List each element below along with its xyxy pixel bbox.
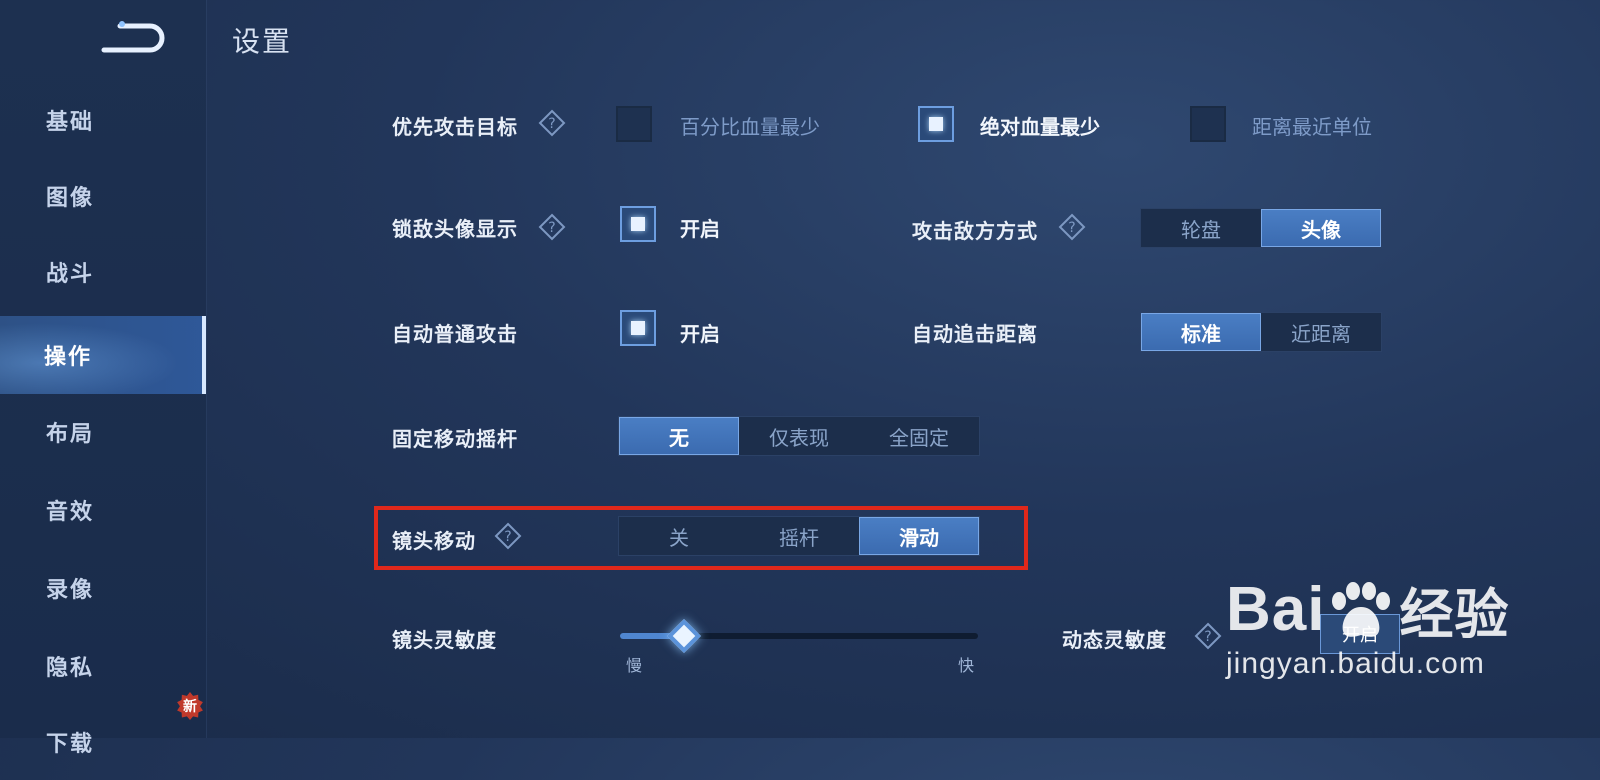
svg-text:?: ?	[548, 220, 555, 236]
sidebar-item-controls[interactable]: 操作	[0, 316, 206, 394]
dynamic-sensitivity-label: 动态灵敏度	[1062, 628, 1167, 652]
checkbox-auto-attack[interactable]	[620, 310, 656, 346]
option-absolute-hp: 绝对血量最少	[980, 115, 1100, 139]
fixed-joystick-option-none[interactable]: 无	[619, 417, 739, 455]
sidebar-item-privacy[interactable]: 隐私	[0, 628, 206, 704]
attack-mode-option-wheel[interactable]: 轮盘	[1141, 209, 1261, 247]
slider-min-label: 慢	[626, 656, 643, 675]
priority-target-label: 优先攻击目标	[392, 115, 518, 139]
auto-chase-label: 自动追击距离	[912, 322, 1038, 346]
camera-move-option-off[interactable]: 关	[619, 517, 739, 555]
sidebar-item-label: 操作	[43, 345, 92, 370]
attack-mode-segmented: 轮盘 头像	[1140, 208, 1382, 248]
camera-move-segmented: 关 摇杆 滑动	[618, 516, 980, 556]
svg-text:?: ?	[1204, 629, 1211, 645]
sidebar-item-label: 音效	[45, 500, 94, 525]
help-icon[interactable]: ?	[494, 522, 522, 550]
camera-sensitivity-slider[interactable]	[620, 619, 978, 653]
camera-move-label: 镜头移动	[392, 529, 476, 553]
camera-move-option-swipe[interactable]: 滑动	[859, 517, 979, 555]
help-icon[interactable]: ?	[538, 213, 566, 241]
fixed-joystick-label: 固定移动摇杆	[392, 427, 518, 451]
page-title: 设置	[232, 25, 293, 58]
sidebar-item-label: 下载	[45, 732, 94, 757]
attack-mode-label: 攻击敌方方式	[912, 219, 1038, 243]
auto-attack-label: 自动普通攻击	[392, 322, 518, 346]
slider-max-label: 快	[958, 656, 975, 675]
lock-avatar-label: 锁敌头像显示	[392, 217, 518, 241]
checked-dot	[631, 217, 645, 231]
fixed-joystick-option-visual[interactable]: 仅表现	[739, 417, 859, 455]
checkbox-nearest-unit[interactable]	[1190, 106, 1226, 142]
sidebar-item-graphics[interactable]: 图像	[0, 158, 206, 234]
watermark-url: jingyan.baidu.com	[1226, 647, 1485, 680]
svg-text:?: ?	[548, 116, 555, 132]
fixed-joystick-segmented: 无 仅表现 全固定	[618, 416, 980, 456]
help-icon[interactable]: ?	[1058, 213, 1086, 241]
sidebar: 基础 图像 战斗 操作 布局 音效 录像 隐私 下载 新	[0, 0, 207, 757]
fixed-joystick-option-full[interactable]: 全固定	[859, 417, 979, 455]
back-button[interactable]	[98, 18, 168, 58]
sidebar-item-download[interactable]: 下载	[0, 704, 206, 780]
svg-text:?: ?	[504, 529, 511, 545]
checkbox-lock-avatar[interactable]	[620, 206, 656, 242]
option-nearest-unit: 距离最近单位	[1252, 115, 1372, 139]
sidebar-item-combat[interactable]: 战斗	[0, 234, 206, 310]
sidebar-item-label: 布局	[45, 422, 94, 447]
checked-dot	[929, 117, 943, 131]
attack-mode-option-avatar[interactable]: 头像	[1261, 209, 1381, 247]
sidebar-item-label: 录像	[45, 578, 94, 603]
auto-chase-segmented: 标准 近距离	[1140, 312, 1382, 352]
camera-sensitivity-label: 镜头灵敏度	[392, 628, 497, 652]
auto-chase-option-standard[interactable]: 标准	[1141, 313, 1261, 351]
help-icon[interactable]: ?	[1194, 622, 1222, 650]
svg-text:?: ?	[1068, 220, 1075, 236]
auto-chase-option-close[interactable]: 近距离	[1261, 313, 1381, 351]
sidebar-item-label: 基础	[45, 110, 94, 135]
option-percent-hp: 百分比血量最少	[680, 115, 820, 139]
sidebar-item-label: 战斗	[45, 262, 94, 287]
paw-icon	[1332, 581, 1391, 637]
sidebar-item-replay[interactable]: 录像	[0, 550, 206, 626]
help-icon[interactable]: ?	[538, 109, 566, 137]
sidebar-item-label: 隐私	[45, 656, 94, 681]
baidu-watermark: Bai 经验 jingyan.baidu.com	[1226, 570, 1509, 681]
checkbox-absolute-hp[interactable]	[918, 106, 954, 142]
sidebar-item-label: 图像	[45, 186, 94, 211]
camera-move-option-joystick[interactable]: 摇杆	[739, 517, 859, 555]
watermark-brand: Bai	[1226, 575, 1326, 644]
sidebar-item-basic[interactable]: 基础	[0, 82, 206, 158]
slider-handle[interactable]	[667, 619, 702, 653]
sidebar-item-sound[interactable]: 音效	[0, 472, 206, 548]
auto-attack-option: 开启	[680, 322, 720, 346]
lock-avatar-option: 开启	[680, 217, 720, 241]
sidebar-item-layout[interactable]: 布局	[0, 394, 206, 470]
checked-dot	[631, 321, 645, 335]
watermark-brand-suffix: 经验	[1399, 585, 1510, 645]
checkbox-percent-hp[interactable]	[616, 106, 652, 142]
back-arrow-icon	[101, 21, 165, 53]
